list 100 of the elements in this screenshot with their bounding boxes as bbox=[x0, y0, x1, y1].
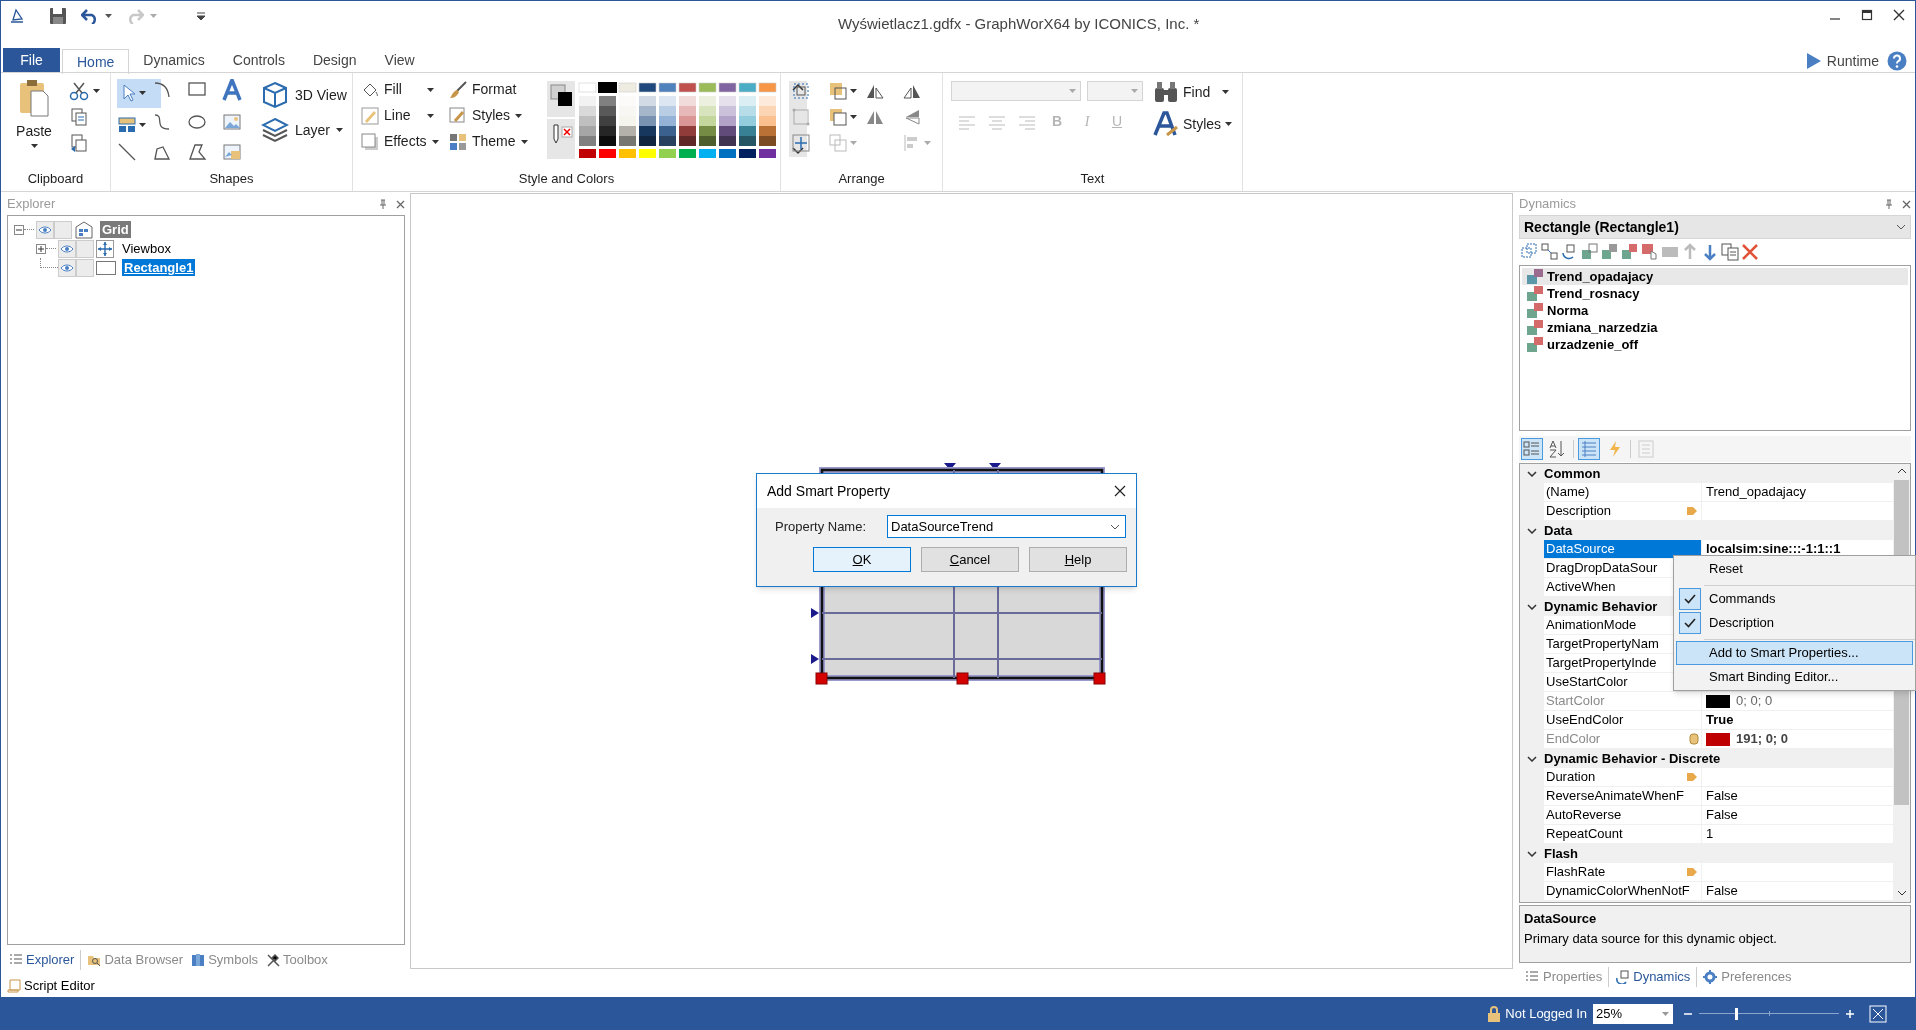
zoom-slider[interactable] bbox=[1699, 1005, 1839, 1022]
object-dropdown[interactable]: Rectangle (Rectangle1) bbox=[1519, 215, 1911, 239]
line-tool-icon[interactable] bbox=[117, 142, 137, 163]
line-button[interactable]: Line bbox=[361, 105, 439, 126]
ribbon-tab[interactable]: Dynamics bbox=[129, 48, 219, 73]
cut-icon[interactable] bbox=[69, 81, 89, 101]
properties-view-button[interactable] bbox=[1578, 438, 1600, 460]
property-name[interactable]: ReverseAnimateWhenF bbox=[1544, 787, 1702, 806]
polygon-icon[interactable] bbox=[187, 142, 207, 163]
dynamic-item[interactable]: urzadzenie_off bbox=[1522, 336, 1908, 353]
click-dynamic-icon[interactable] bbox=[1641, 243, 1659, 261]
text-styles-button[interactable]: Styles bbox=[1153, 111, 1233, 137]
panel-tab[interactable]: Explorer bbox=[7, 950, 77, 970]
property-name[interactable]: (Name) bbox=[1544, 483, 1702, 502]
chevron-icon[interactable] bbox=[1527, 850, 1537, 857]
property-name[interactable]: Duration bbox=[1544, 768, 1702, 787]
eye-toggle-icon[interactable] bbox=[58, 239, 76, 258]
property-name[interactable]: DynamicColorWhenNotF bbox=[1544, 882, 1702, 901]
undo-icon[interactable] bbox=[81, 8, 99, 24]
file-tab[interactable]: File bbox=[3, 48, 60, 73]
group-icon[interactable] bbox=[791, 81, 811, 101]
ribbon-tab[interactable]: Controls bbox=[218, 48, 299, 73]
tree-item[interactable]: Grid bbox=[100, 221, 131, 238]
pin-icon[interactable] bbox=[378, 199, 388, 209]
curve-icon[interactable] bbox=[152, 111, 172, 132]
add-dynamic-icon[interactable] bbox=[1581, 243, 1599, 261]
fit-to-window-icon[interactable] bbox=[1869, 1004, 1887, 1023]
connect-icon[interactable] bbox=[1541, 243, 1559, 261]
font-family-field[interactable] bbox=[951, 81, 1081, 101]
menu-item[interactable]: Add to Smart Properties... bbox=[1676, 641, 1913, 665]
send-backward-icon[interactable] bbox=[828, 107, 848, 127]
customize-toolbar-icon[interactable] bbox=[197, 12, 205, 20]
dynamic-item[interactable]: Trend_opadajacy bbox=[1522, 268, 1908, 285]
menu-item[interactable]: Commands bbox=[1676, 587, 1913, 611]
find-button[interactable]: Find bbox=[1153, 81, 1233, 103]
scroll-down-icon[interactable] bbox=[1896, 890, 1907, 896]
text-tool-icon[interactable] bbox=[222, 79, 242, 101]
chevron-icon[interactable] bbox=[1527, 527, 1537, 534]
tree-item[interactable]: Rectangle1 bbox=[122, 259, 196, 276]
panel-tab[interactable]: Dynamics bbox=[1613, 967, 1693, 987]
chevron-icon[interactable] bbox=[1527, 755, 1537, 762]
copy-icon[interactable] bbox=[69, 107, 89, 127]
rectangle-tool-icon[interactable] bbox=[187, 79, 207, 99]
paste-button[interactable]: Paste bbox=[13, 79, 55, 169]
categorized-view-button[interactable] bbox=[1521, 438, 1543, 460]
property-value[interactable]: False bbox=[1706, 882, 1738, 900]
property-name[interactable]: UseEndColor bbox=[1544, 711, 1702, 730]
ribbon-tab[interactable]: View bbox=[370, 48, 429, 73]
pin-icon[interactable] bbox=[1884, 199, 1894, 209]
property-name[interactable]: Description bbox=[1544, 502, 1702, 521]
panel-tab[interactable]: Data Browser bbox=[85, 950, 186, 970]
dialog-button[interactable]: Cancel bbox=[921, 547, 1019, 572]
lock-toggle-icon[interactable] bbox=[76, 258, 94, 277]
zoom-in-icon[interactable] bbox=[1845, 1008, 1855, 1019]
property-value[interactable]: False bbox=[1706, 787, 1738, 805]
scroll-up-icon[interactable] bbox=[792, 83, 804, 91]
close-icon[interactable] bbox=[1114, 485, 1126, 497]
font-size-field[interactable] bbox=[1087, 81, 1143, 101]
layout-icon[interactable] bbox=[117, 115, 137, 135]
ribbon-tab[interactable]: Design bbox=[298, 48, 371, 73]
fill-button[interactable]: Fill bbox=[361, 79, 439, 100]
save-icon[interactable] bbox=[49, 7, 67, 25]
app-logo-icon[interactable] bbox=[9, 8, 25, 24]
lock-toggle-icon[interactable] bbox=[54, 220, 72, 239]
dynamic-item[interactable]: Norma bbox=[1522, 302, 1908, 319]
color-palette-drawing[interactable] bbox=[547, 81, 779, 159]
expander-icon[interactable] bbox=[14, 224, 24, 235]
scroll-down-icon[interactable] bbox=[792, 147, 804, 155]
panel-tab[interactable]: Symbols bbox=[189, 950, 261, 970]
property-value[interactable]: False bbox=[1706, 806, 1738, 824]
eye-toggle-icon[interactable] bbox=[36, 220, 54, 239]
select-dynamic-icon[interactable] bbox=[1521, 243, 1539, 261]
format-button[interactable]: Format bbox=[449, 79, 529, 100]
slider-thumb[interactable] bbox=[1734, 1007, 1738, 1020]
eye-toggle-icon[interactable] bbox=[58, 258, 76, 277]
layer-button[interactable]: Layer bbox=[261, 117, 347, 143]
dynamic-item[interactable]: zmiana_narzedzia bbox=[1522, 319, 1908, 336]
paste-special-icon[interactable] bbox=[69, 133, 89, 153]
delete-icon[interactable] bbox=[1741, 243, 1759, 261]
styles-button[interactable]: Styles bbox=[449, 105, 529, 126]
dialog-button[interactable]: OK bbox=[813, 547, 911, 572]
help-icon[interactable] bbox=[1887, 51, 1907, 71]
move-icon[interactable] bbox=[791, 133, 811, 153]
tree-item[interactable]: Viewbox bbox=[120, 240, 173, 257]
property-name[interactable]: FlashRate bbox=[1544, 863, 1702, 882]
arc-icon[interactable] bbox=[152, 79, 172, 99]
scroll-up-icon[interactable] bbox=[1896, 468, 1907, 474]
ribbon-tab[interactable]: Home bbox=[62, 49, 130, 74]
effects-button[interactable]: Effects bbox=[361, 131, 439, 152]
runtime-button[interactable]: Runtime bbox=[1806, 49, 1887, 73]
property-name[interactable]: RepeatCount bbox=[1544, 825, 1702, 844]
script-editor-tab[interactable]: Script Editor bbox=[7, 975, 405, 997]
bring-forward-icon[interactable] bbox=[828, 81, 848, 101]
add-color-dynamic-icon[interactable] bbox=[1621, 243, 1639, 261]
add-fill-dynamic-icon[interactable] bbox=[1601, 243, 1619, 261]
close-icon[interactable] bbox=[1893, 9, 1905, 21]
theme-button[interactable]: Theme bbox=[449, 131, 529, 152]
panel-tab[interactable]: Properties bbox=[1523, 967, 1605, 987]
property-value[interactable]: True bbox=[1706, 711, 1734, 729]
image-icon[interactable] bbox=[222, 111, 242, 132]
